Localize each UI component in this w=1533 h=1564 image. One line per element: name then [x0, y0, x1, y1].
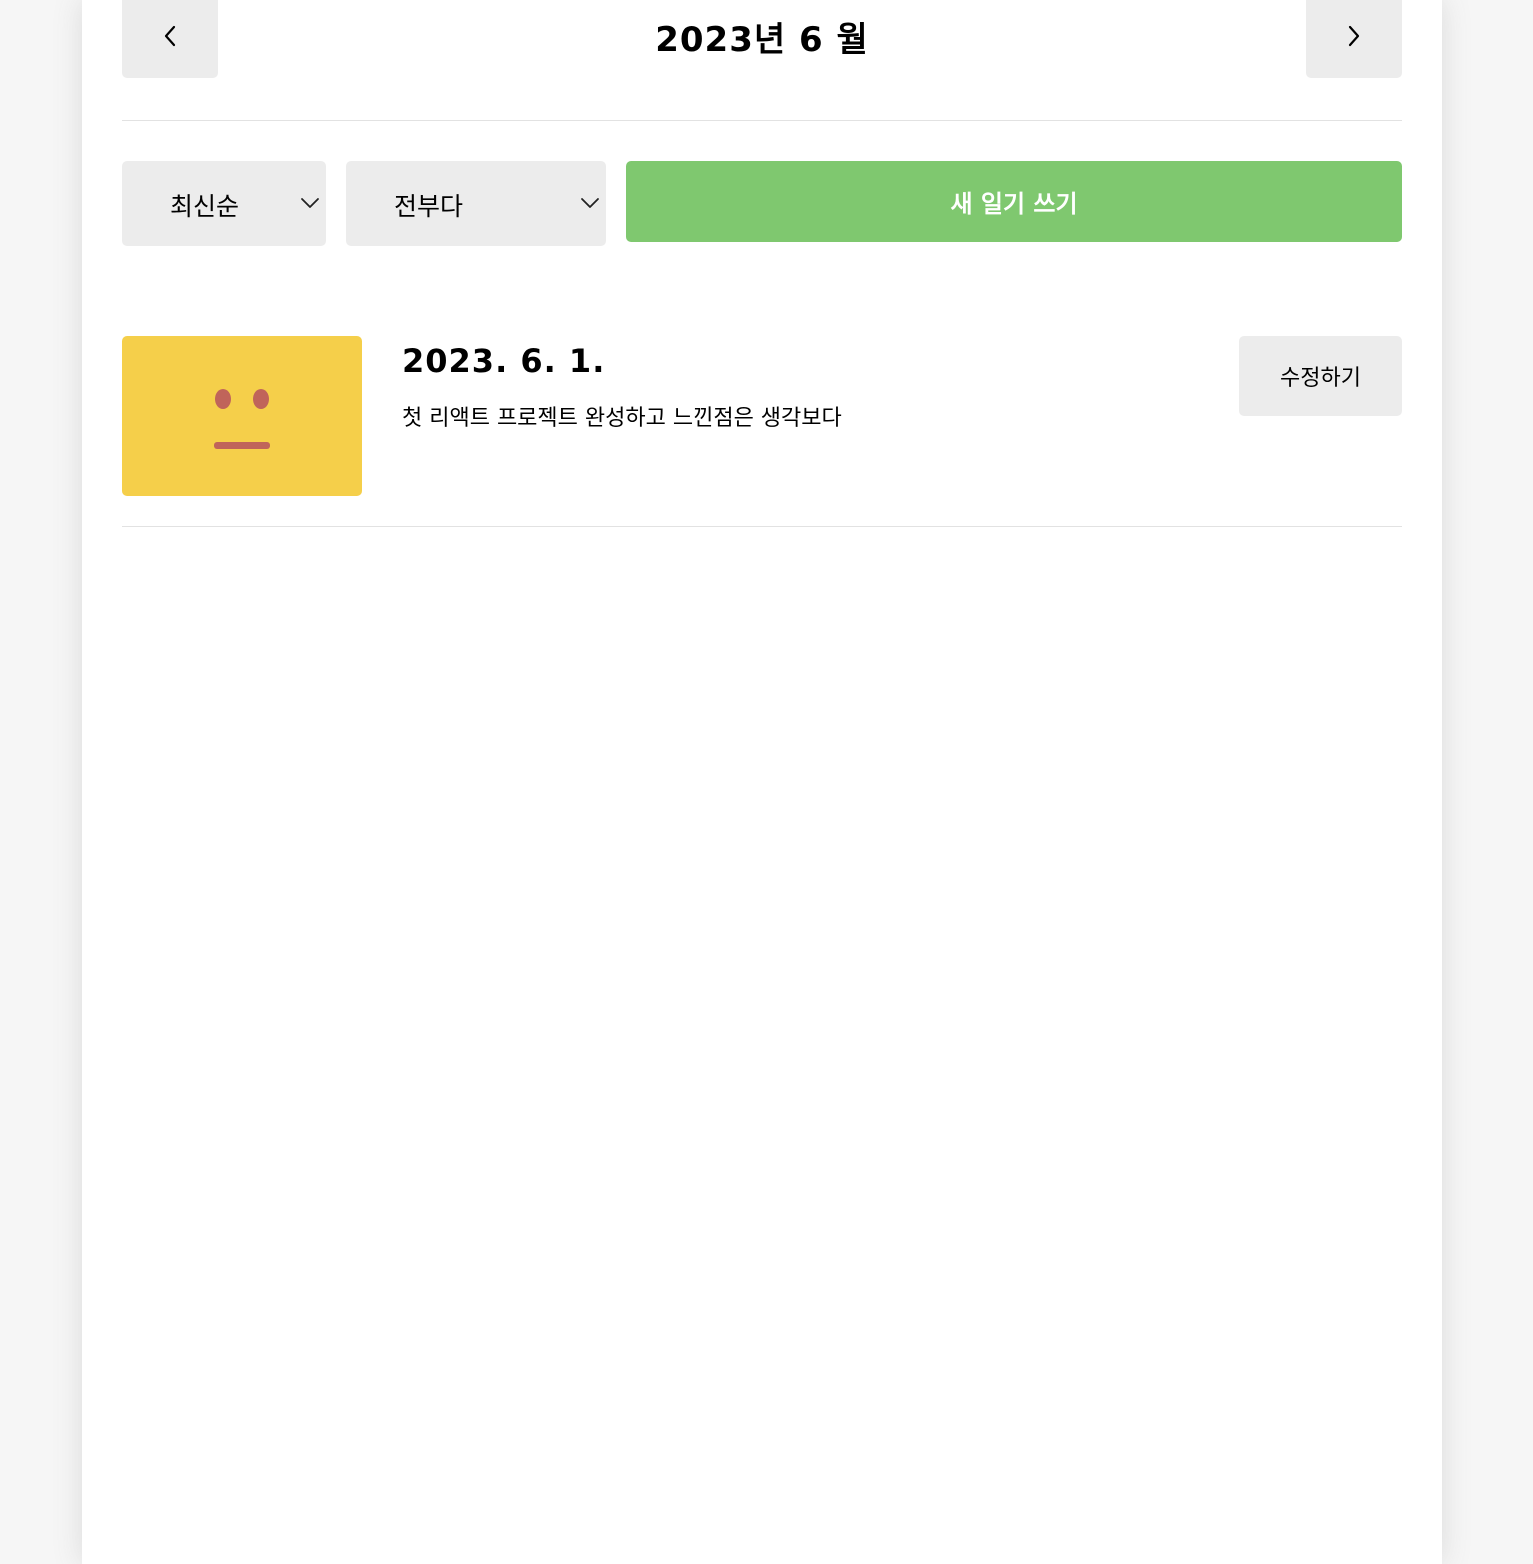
- filter-select-value: 전부다: [394, 192, 464, 221]
- list-item: 2023. 6. 1. 첫 리액트 프로젝트 완성하고 느낀점은 생각보다 수정…: [122, 336, 1402, 527]
- app-container: 2023년 6 월 최신순 전부다 새 일기 쓰기 2023. 6. 1. 첫 …: [82, 0, 1442, 1564]
- sort-select-value: 최신순: [170, 192, 240, 221]
- diary-info[interactable]: 2023. 6. 1. 첫 리액트 프로젝트 완성하고 느낀점은 생각보다: [402, 342, 842, 432]
- filter-select[interactable]: 전부다: [346, 161, 606, 246]
- chevron-right-icon: [1348, 25, 1360, 47]
- next-month-button[interactable]: [1306, 0, 1402, 78]
- emotion-image[interactable]: [122, 336, 362, 496]
- header: 2023년 6 월: [122, 0, 1402, 121]
- menu-bar: 최신순 전부다 새 일기 쓰기: [122, 161, 1402, 246]
- diary-content-preview: 첫 리액트 프로젝트 완성하고 느낀점은 생각보다: [402, 406, 842, 431]
- new-diary-button[interactable]: 새 일기 쓰기: [626, 161, 1402, 242]
- diary-date: 2023. 6. 1.: [402, 342, 606, 380]
- neutral-face-icon: [214, 389, 270, 449]
- chevron-down-icon: [301, 198, 319, 208]
- chevron-down-icon: [581, 198, 599, 208]
- edit-button[interactable]: 수정하기: [1239, 336, 1402, 416]
- sort-select[interactable]: 최신순: [122, 161, 326, 246]
- page-title: 2023년 6 월: [655, 20, 869, 60]
- diary-list: 2023. 6. 1. 첫 리액트 프로젝트 완성하고 느낀점은 생각보다 수정…: [122, 336, 1402, 527]
